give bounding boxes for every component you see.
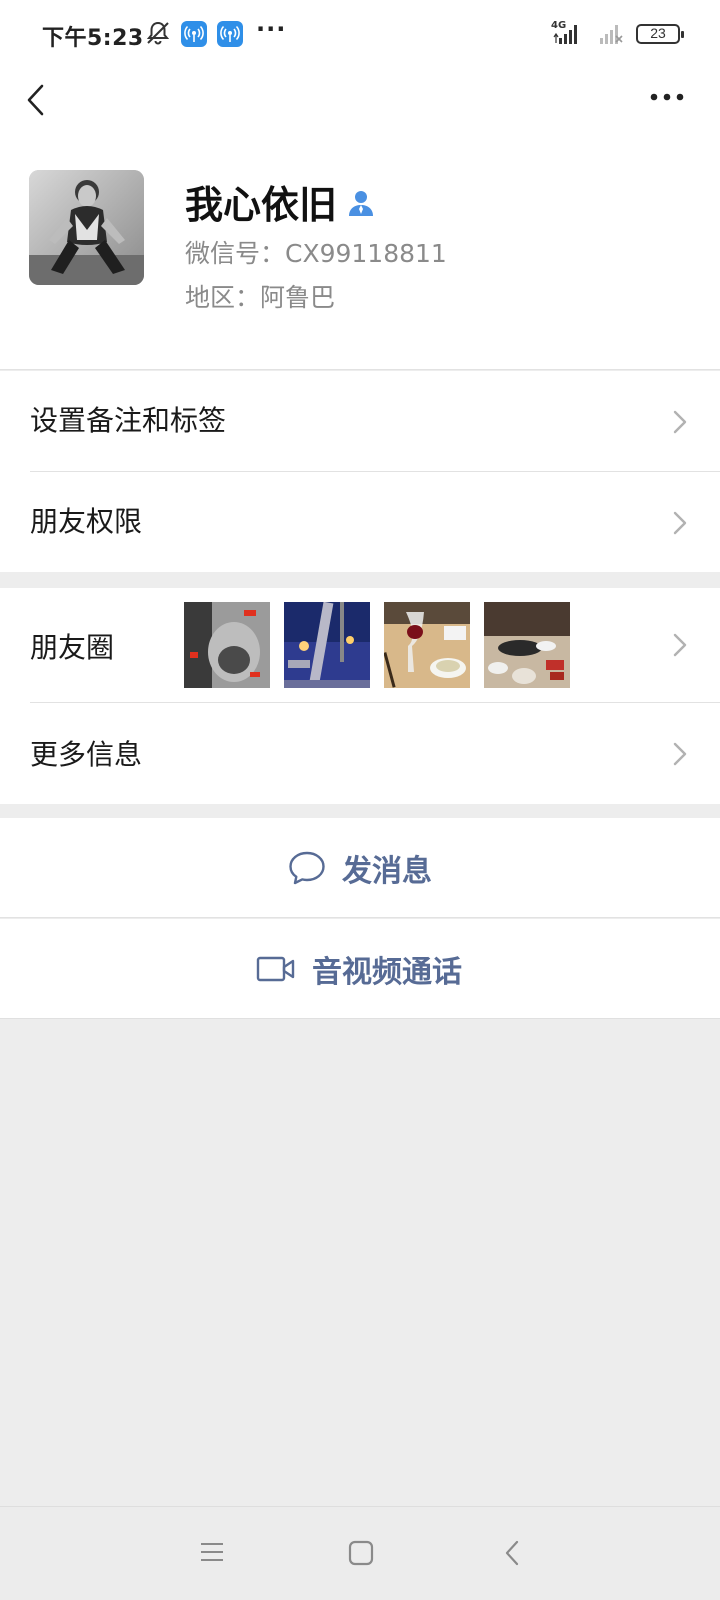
nav-bar — [0, 68, 720, 132]
moments-photo — [484, 602, 570, 688]
chevron-right-icon — [673, 742, 687, 766]
back-icon[interactable] — [504, 1540, 520, 1566]
notification-muted-icon — [146, 21, 170, 45]
more-info-row[interactable]: 更多信息 — [0, 703, 720, 804]
send-message-label: 发消息 — [342, 854, 432, 889]
friend-permissions-label: 朋友权限 — [30, 505, 143, 538]
signal-icon — [553, 25, 577, 44]
moments-label: 朋友圈 — [30, 631, 115, 664]
remark-tags-label: 设置备注和标签 — [30, 404, 227, 437]
status-bar: 下午5:23 ··· 4G 23 — [0, 0, 720, 68]
name-row: 我心依旧 — [185, 174, 375, 229]
send-message-button[interactable]: 发消息 — [0, 818, 720, 918]
system-nav-bar — [0, 1506, 720, 1600]
settings-section: 设置备注和标签 朋友权限 — [0, 371, 720, 572]
menu-icon[interactable] — [200, 1540, 224, 1564]
more-dots-icon[interactable] — [650, 92, 684, 102]
status-time: 下午5:23 — [42, 26, 144, 51]
contact-icon — [349, 190, 374, 216]
video-camera-icon — [256, 956, 295, 982]
chevron-right-icon — [673, 511, 687, 535]
avatar[interactable] — [29, 170, 144, 285]
friend-permissions-row[interactable]: 朋友权限 — [0, 472, 720, 572]
profile-card: 我心依旧 微信号：CX99118811 地区：阿鲁巴 — [0, 132, 720, 370]
hotspot-icon — [217, 21, 243, 47]
status-more-icon: ··· — [256, 15, 287, 43]
moments-row[interactable]: 朋友圈 — [0, 588, 720, 702]
profile-name: 我心依旧 — [185, 183, 338, 227]
moments-photo — [284, 602, 370, 688]
battery-icon: 23 — [636, 24, 684, 44]
info-section: 朋友圈 更多信息 — [0, 588, 720, 804]
chat-bubble-icon — [289, 851, 325, 885]
chevron-left-icon[interactable] — [24, 82, 46, 118]
chevron-right-icon — [673, 410, 687, 434]
remark-tags-row[interactable]: 设置备注和标签 — [0, 371, 720, 471]
hotspot-icon — [181, 21, 207, 47]
video-call-label: 音视频通话 — [312, 955, 462, 990]
signal-no-service-icon — [600, 25, 623, 44]
moments-photo — [384, 602, 470, 688]
more-info-label: 更多信息 — [30, 738, 143, 771]
wechat-id: 微信号：CX99118811 — [185, 239, 447, 268]
home-icon[interactable] — [348, 1540, 374, 1566]
chevron-right-icon — [673, 633, 687, 657]
battery-level: 23 — [650, 25, 666, 41]
video-call-button[interactable]: 音视频通话 — [0, 919, 720, 1019]
region: 地区：阿鲁巴 — [185, 283, 336, 312]
moments-photo — [184, 602, 270, 688]
